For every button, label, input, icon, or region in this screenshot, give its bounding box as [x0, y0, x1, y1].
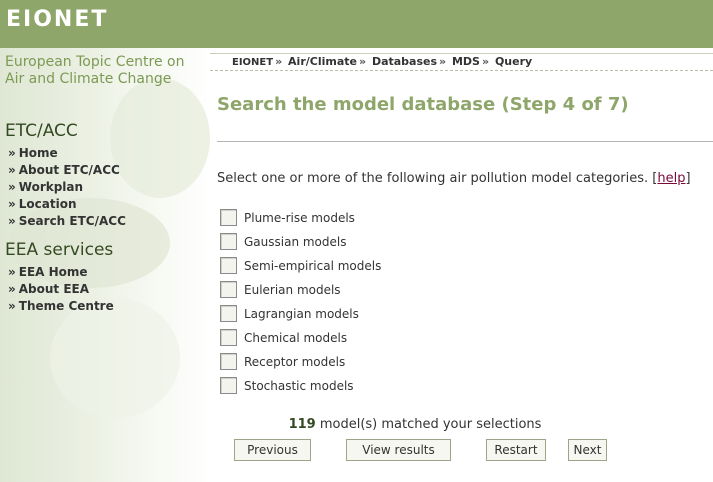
category-label: Eulerian models — [244, 283, 341, 297]
bullet-icon: » — [8, 197, 16, 211]
breadcrumb-item-query: Query — [494, 55, 533, 68]
title-divider — [217, 141, 713, 142]
sidebar-item-about-eea[interactable]: » About EEA — [8, 281, 114, 298]
sidebar-item-search-etc-acc[interactable]: » Search ETC/ACC — [8, 213, 126, 230]
category-label: Stochastic models — [244, 379, 354, 393]
sidebar-item-label: Theme Centre — [18, 299, 114, 313]
category-checkbox[interactable] — [220, 281, 237, 298]
sidebar-item-eea-home[interactable]: » EEA Home — [8, 264, 114, 281]
instruction-label: Select one or more of the following air … — [217, 171, 649, 186]
category-checkbox[interactable] — [220, 257, 237, 274]
sidebar-item-home[interactable]: » Home — [8, 145, 126, 162]
page-title: Search the model database (Step 4 of 7) — [217, 94, 629, 115]
category-checkbox[interactable] — [220, 233, 237, 250]
match-text: model(s) matched your selections — [319, 417, 542, 432]
sidebar-item-label: About EEA — [18, 282, 90, 296]
breadcrumb: EIONET» Air/Climate» Databases» MDS» Que… — [210, 53, 713, 71]
sidebar: European Topic Centre on Air and Climate… — [0, 48, 210, 482]
sidebar-menu-etc-acc: » Home » About ETC/ACC » Workplan » Location… — [8, 145, 126, 230]
breadcrumb-item-air-climate[interactable]: Air/Climate — [288, 55, 357, 68]
site-header: EIONET — [0, 0, 713, 48]
previous-button[interactable]: Previous — [234, 439, 311, 461]
category-label: Semi-empirical models — [244, 259, 382, 273]
category-label: Receptor models — [244, 355, 346, 369]
bullet-icon: » — [8, 282, 16, 296]
bullet-icon: » — [8, 163, 16, 177]
bullet-icon: » — [8, 180, 16, 194]
bullet-icon: » — [8, 299, 16, 313]
breadcrumb-item-eionet[interactable]: EIONET — [232, 57, 273, 68]
sidebar-item-label: Search ETC/ACC — [18, 214, 126, 228]
sidebar-section-title-eea-services: EEA services — [5, 240, 114, 260]
category-label: Gaussian models — [244, 235, 347, 249]
sidebar-item-workplan[interactable]: » Workplan — [8, 179, 126, 196]
category-label: Chemical models — [244, 331, 348, 345]
breadcrumb-separator-icon: » — [275, 55, 283, 68]
sidebar-item-label: Home — [18, 146, 58, 160]
help-bracket-close: ] — [685, 171, 691, 186]
sidebar-item-location[interactable]: » Location — [8, 196, 126, 213]
sidebar-section-title-etc-acc: ETC/ACC — [5, 121, 78, 141]
category-checkbox[interactable] — [220, 209, 237, 226]
sidebar-item-theme-centre[interactable]: » Theme Centre — [8, 298, 114, 315]
breadcrumb-item-mds[interactable]: MDS — [452, 55, 480, 68]
category-checkbox[interactable] — [220, 329, 237, 346]
help-link[interactable]: help — [657, 171, 685, 186]
breadcrumb-separator-icon: » — [358, 55, 367, 68]
sidebar-item-label: Location — [18, 197, 77, 211]
category-checkbox[interactable] — [220, 377, 237, 394]
sidebar-item-label: About ETC/ACC — [18, 163, 120, 177]
bullet-icon: » — [8, 265, 16, 279]
bullet-icon: » — [8, 146, 16, 160]
centre-name: European Topic Centre on Air and Climate… — [5, 54, 185, 87]
match-count: 119 — [288, 417, 316, 432]
category-checkbox[interactable] — [220, 353, 237, 370]
bullet-icon: » — [8, 214, 16, 228]
eionet-logo[interactable]: EIONET — [6, 7, 108, 32]
instruction-text: Select one or more of the following air … — [217, 171, 691, 186]
breadcrumb-trail: EIONET» Air/Climate» Databases» MDS» Que… — [232, 55, 534, 68]
tree-decoration — [50, 298, 180, 418]
category-label: Plume-rise models — [244, 211, 355, 225]
restart-button[interactable]: Restart — [486, 439, 546, 461]
next-button[interactable]: Next — [568, 439, 607, 461]
sidebar-item-about-etc-acc[interactable]: » About ETC/ACC — [8, 162, 126, 179]
match-summary: 119 model(s) matched your selections — [217, 417, 613, 432]
view-results-button[interactable]: View results — [346, 439, 451, 461]
sidebar-item-label: Workplan — [18, 180, 84, 194]
category-checkbox[interactable] — [220, 305, 237, 322]
breadcrumb-separator-icon: » — [439, 55, 447, 68]
sidebar-menu-eea-services: » EEA Home » About EEA » Theme Centre — [8, 264, 114, 315]
breadcrumb-separator-icon: » — [481, 55, 490, 68]
category-label: Lagrangian models — [244, 307, 359, 321]
breadcrumb-item-databases[interactable]: Databases — [372, 55, 437, 68]
sidebar-item-label: EEA Home — [18, 265, 88, 279]
